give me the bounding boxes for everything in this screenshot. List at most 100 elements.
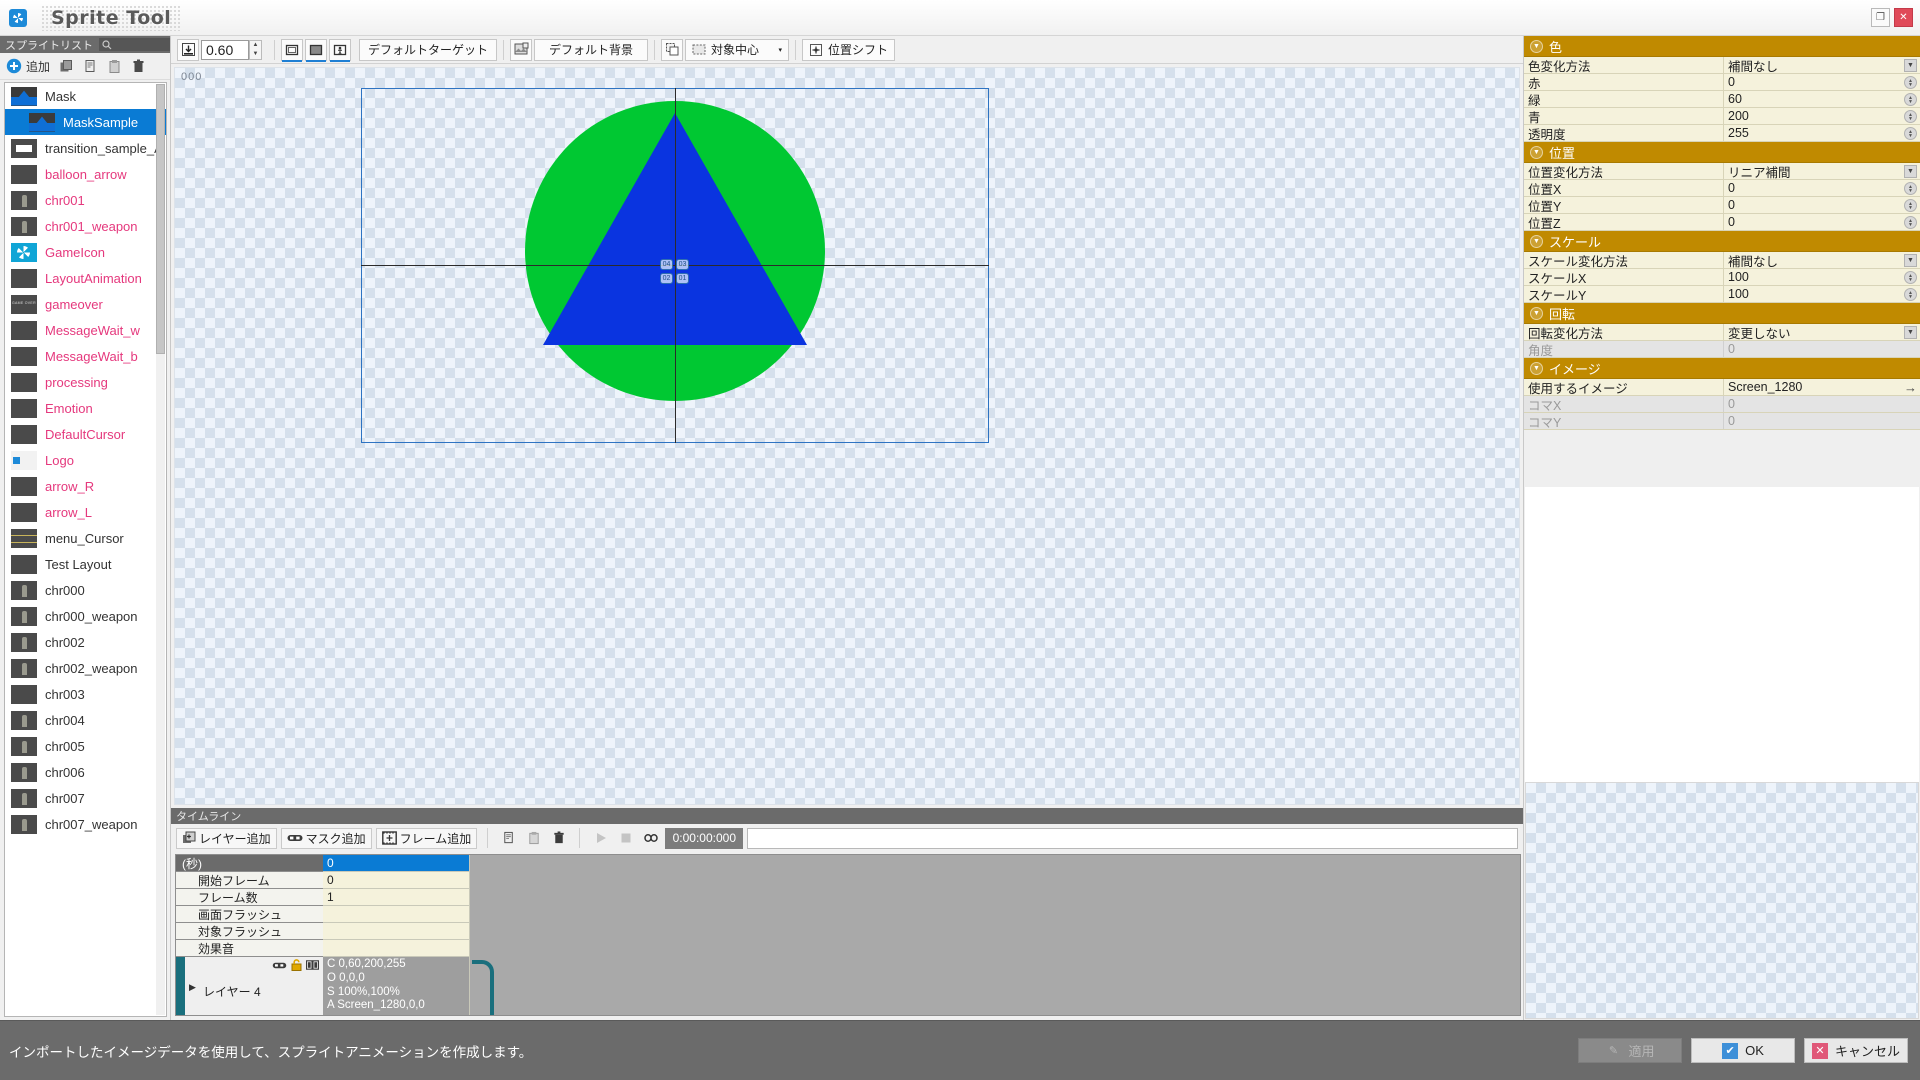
chevron-down-icon[interactable]: ▼: [1530, 306, 1543, 320]
property-row[interactable]: 色変化方法 補間なし ▼: [1524, 57, 1920, 74]
timeline-row-value[interactable]: 0: [323, 872, 470, 889]
center-mode-select[interactable]: 対象中心 ▾: [685, 38, 790, 61]
sprite-list-item[interactable]: Test Layout: [5, 551, 166, 577]
open-image-arrow-icon[interactable]: →: [1904, 380, 1917, 395]
property-row[interactable]: 緑 60 ▲ ▼: [1524, 91, 1920, 108]
property-value[interactable]: 0 ▲ ▼: [1724, 74, 1920, 90]
sprite-list-item[interactable]: MaskSample: [5, 109, 166, 135]
spinner-stepper[interactable]: ▲ ▼: [1904, 76, 1917, 89]
add-layer-button[interactable]: レイヤー追加: [176, 827, 277, 849]
timeline-layer-row[interactable]: ▶ レイヤー 4 C 0,60,200,255 O 0,0,0 S 100%,100% A…: [176, 957, 508, 1015]
property-value[interactable]: 100 ▲ ▼: [1724, 286, 1920, 302]
timeline-scrubber[interactable]: [747, 827, 1518, 849]
dropdown-arrow-icon[interactable]: ▼: [1904, 165, 1917, 178]
dropdown-arrow-icon[interactable]: ▼: [1904, 59, 1917, 72]
origin-marker-icon[interactable]: [661, 38, 684, 61]
background-image-icon[interactable]: [510, 38, 533, 61]
timeline-property-row[interactable]: 開始フレーム 0: [176, 872, 470, 889]
property-row[interactable]: スケールX 100 ▲ ▼: [1524, 269, 1920, 286]
spinner-stepper[interactable]: ▲ ▼: [1904, 288, 1917, 301]
timeline-grid[interactable]: (秒) 0 開始フレーム 0 フレーム数 1 画面フラッシュ 対象フラッシュ 効果音 ▶ レイヤー …: [175, 854, 1521, 1016]
delete-icon[interactable]: [129, 57, 148, 76]
property-value[interactable]: リニア補間 ▼: [1724, 163, 1920, 180]
property-row[interactable]: 透明度 255 ▲ ▼: [1524, 125, 1920, 142]
spinner-stepper[interactable]: ▲ ▼: [1904, 182, 1917, 195]
property-row[interactable]: スケールY 100 ▲ ▼: [1524, 286, 1920, 303]
canvas-area[interactable]: 000 04 03 02 01: [174, 67, 1520, 805]
property-value[interactable]: 60 ▲ ▼: [1724, 91, 1920, 107]
timeline-property-row[interactable]: (秒) 0: [176, 855, 470, 872]
timeline-row-value[interactable]: 0: [323, 855, 470, 872]
chevron-down-icon[interactable]: ▼: [1530, 234, 1543, 248]
sprite-list-item[interactable]: game over: [5, 291, 166, 317]
delete-icon[interactable]: [548, 828, 569, 849]
chevron-down-icon[interactable]: ▼: [1530, 39, 1543, 53]
property-value[interactable]: 0 ▲ ▼: [1724, 180, 1920, 196]
timeline-property-row[interactable]: 対象フラッシュ: [176, 923, 470, 940]
property-row[interactable]: 回転変化方法 変更しない ▼: [1524, 324, 1920, 341]
close-button[interactable]: ✕: [1894, 8, 1913, 27]
timeline-row-value[interactable]: [323, 940, 470, 957]
zoom-input[interactable]: 0.60: [201, 39, 249, 60]
stop-icon[interactable]: [615, 828, 636, 849]
sprite-list-item[interactable]: chr003: [5, 681, 166, 707]
pivot-handle-03[interactable]: 03: [676, 259, 689, 270]
spinner-stepper[interactable]: ▲ ▼: [1904, 271, 1917, 284]
fit-to-window-icon[interactable]: [177, 38, 199, 61]
layer-header[interactable]: ▶ レイヤー 4: [176, 957, 323, 1015]
sprite-list-item[interactable]: chr006: [5, 759, 166, 785]
property-value[interactable]: 補間なし ▼: [1724, 57, 1920, 74]
timeline-row-value[interactable]: 1: [323, 889, 470, 906]
property-row[interactable]: 青 200 ▲ ▼: [1524, 108, 1920, 125]
property-group-header[interactable]: ▼ 回転: [1524, 303, 1920, 324]
dropdown-arrow-icon[interactable]: ▼: [1904, 326, 1917, 339]
search-input[interactable]: [99, 38, 170, 51]
sprite-list-item[interactable]: chr000_weapon: [5, 603, 166, 629]
pivot-handle-01[interactable]: 01: [676, 273, 689, 284]
property-value[interactable]: 補間なし ▼: [1724, 252, 1920, 269]
property-row[interactable]: 位置X 0 ▲ ▼: [1524, 180, 1920, 197]
property-value[interactable]: 100 ▲ ▼: [1724, 269, 1920, 285]
add-sprite-button[interactable]: [4, 57, 23, 76]
property-group-header[interactable]: ▼ 色: [1524, 36, 1920, 57]
property-value[interactable]: 変更しない ▼: [1724, 324, 1920, 341]
sprite-list-item[interactable]: arrow_R: [5, 473, 166, 499]
sprite-list-item[interactable]: chr005: [5, 733, 166, 759]
copy-icon[interactable]: [498, 828, 519, 849]
pivot-handle-02[interactable]: 02: [660, 273, 673, 284]
layer-icon-group[interactable]: [272, 959, 319, 971]
spinner-stepper[interactable]: ▲ ▼: [1904, 93, 1917, 106]
add-frame-button[interactable]: フレーム追加: [375, 827, 478, 849]
property-row[interactable]: 位置Y 0 ▲ ▼: [1524, 197, 1920, 214]
timeline-row-value[interactable]: [323, 906, 470, 923]
sprite-list-item[interactable]: MessageWait_w: [5, 317, 166, 343]
spinner-stepper[interactable]: ▲ ▼: [1904, 110, 1917, 123]
restore-button[interactable]: ❐: [1871, 8, 1890, 27]
property-group-header[interactable]: ▼ イメージ: [1524, 358, 1920, 379]
check-button[interactable]: ✔ OK: [1691, 1038, 1795, 1063]
property-row[interactable]: スケール変化方法 補間なし ▼: [1524, 252, 1920, 269]
sprite-list-item[interactable]: chr007_weapon: [5, 811, 166, 837]
property-value[interactable]: Screen_1280 →: [1724, 379, 1920, 395]
sprite-list-item[interactable]: chr002: [5, 629, 166, 655]
checker-bg-icon[interactable]: [305, 38, 327, 62]
add-mask-button[interactable]: マスク追加: [280, 827, 372, 849]
sprite-list-item[interactable]: Emotion: [5, 395, 166, 421]
dropdown-arrow-icon[interactable]: ▼: [1904, 254, 1917, 267]
sprite-list-item[interactable]: chr001_weapon: [5, 213, 166, 239]
scrollbar-thumb[interactable]: [156, 84, 165, 354]
timeline-row-value[interactable]: [323, 923, 470, 940]
chevron-down-icon[interactable]: ▾: [779, 46, 783, 54]
property-row[interactable]: 使用するイメージ Screen_1280 →: [1524, 379, 1920, 396]
expand-triangle-icon[interactable]: ▶: [189, 982, 196, 993]
property-row[interactable]: 位置Z 0 ▲ ▼: [1524, 214, 1920, 231]
copy-icon[interactable]: [81, 57, 100, 76]
timeline-property-row[interactable]: フレーム数 1: [176, 889, 470, 906]
sprite-list-item[interactable]: Mask: [5, 83, 166, 109]
default-target-button[interactable]: デフォルトターゲット: [359, 38, 498, 61]
sprite-list-item[interactable]: chr004: [5, 707, 166, 733]
reference-figure-icon[interactable]: [329, 38, 351, 62]
property-value[interactable]: 255 ▲ ▼: [1724, 125, 1920, 141]
property-row[interactable]: 赤 0 ▲ ▼: [1524, 74, 1920, 91]
sprite-list-item[interactable]: transition_sample_A: [5, 135, 166, 161]
